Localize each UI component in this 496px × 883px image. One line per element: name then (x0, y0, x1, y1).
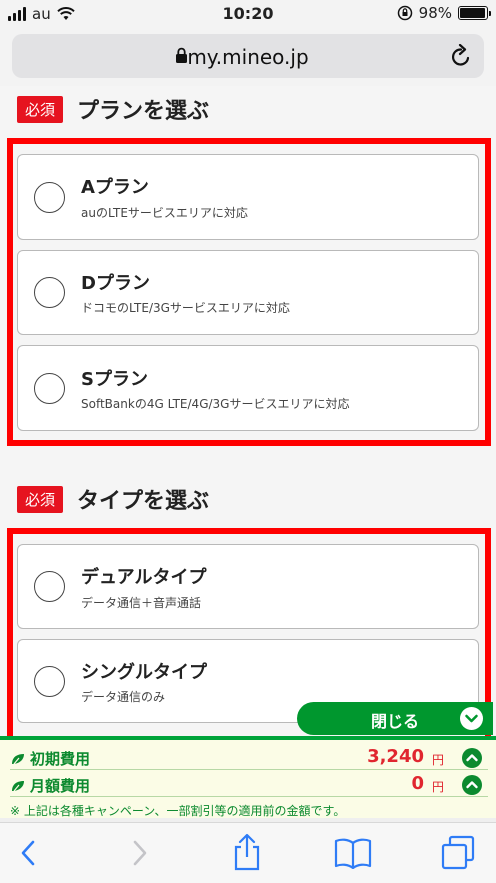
reload-icon[interactable] (450, 44, 472, 68)
monthly-cost-value: 0 (411, 773, 424, 794)
plan-section-title: プランを選ぶ (77, 99, 210, 124)
share-icon[interactable] (230, 833, 264, 871)
plan-option-a[interactable]: Aプラン auのLTEサービスエリアに対応 (17, 154, 479, 240)
orientation-lock-icon (397, 5, 412, 21)
plan-a-title: Aプラン (81, 177, 149, 198)
price-note: ※ 上記は各種キャンペーン、一部割引等の適用前の金額です。 (10, 804, 346, 818)
plan-s-title: Sプラン (81, 369, 148, 390)
dual-type-radio[interactable] (34, 571, 65, 602)
single-type-radio[interactable] (34, 666, 65, 697)
plan-option-s[interactable]: Sプラン SoftBankの4G LTE/4G/3Gサービスエリアに対応 (17, 345, 479, 431)
monthly-cost-unit: 円 (431, 780, 444, 794)
tabs-icon[interactable] (440, 835, 476, 871)
dual-type-desc: データ通信＋音声通話 (81, 596, 202, 610)
battery-icon (458, 6, 491, 20)
battery-percent: 98% (418, 4, 452, 22)
plan-d-desc: ドコモのLTE/3Gサービスエリアに対応 (81, 301, 290, 315)
plan-section-header: 必須 プランを選ぶ (17, 93, 209, 125)
plan-s-radio[interactable] (34, 373, 65, 404)
back-icon[interactable] (18, 837, 40, 869)
plan-d-title: Dプラン (81, 273, 150, 294)
forward-icon[interactable] (128, 837, 150, 869)
type-section-header: 必須 タイプを選ぶ (17, 483, 209, 515)
close-panel-button[interactable]: 閉じる (297, 702, 493, 735)
browser-chrome: my.mineo.jp (0, 28, 496, 86)
initial-cost-unit: 円 (431, 753, 444, 767)
expand-initial-cost-button[interactable] (462, 748, 482, 768)
address-bar[interactable]: my.mineo.jp (12, 34, 484, 78)
cost-summary: 初期費用 3,240 円 月額費用 0 円 ※ 上記は各種キャンペーン、一部割引… (0, 736, 496, 818)
page-content: 必須 プランを選ぶ Aプラン auのLTEサービスエリアに対応 Dプラン ドコモ… (0, 86, 496, 736)
type-option-dual[interactable]: デュアルタイプ データ通信＋音声通話 (17, 544, 479, 629)
close-panel-label: 閉じる (371, 712, 420, 731)
chevron-up-icon (466, 754, 478, 762)
dual-type-title: デュアルタイプ (81, 567, 207, 588)
single-type-desc: データ通信のみ (81, 690, 166, 704)
url-text: my.mineo.jp (187, 45, 309, 69)
chevron-up-icon (466, 781, 478, 789)
single-type-title: シングルタイプ (81, 662, 207, 683)
expand-monthly-cost-button[interactable] (462, 775, 482, 795)
browser-toolbar (0, 822, 496, 883)
leaf-icon (12, 780, 24, 791)
chevron-down-icon (460, 707, 483, 730)
plan-option-d[interactable]: Dプラン ドコモのLTE/3Gサービスエリアに対応 (17, 250, 479, 335)
initial-cost-value: 3,240 (367, 746, 424, 767)
bookmarks-icon[interactable] (334, 837, 372, 869)
plan-a-radio[interactable] (34, 182, 65, 213)
required-badge: 必須 (17, 485, 64, 513)
monthly-cost-label: 月額費用 (30, 777, 91, 795)
leaf-icon (12, 753, 24, 764)
required-badge: 必須 (17, 95, 64, 123)
type-section-title: タイプを選ぶ (77, 489, 210, 514)
plan-s-desc: SoftBankの4G LTE/4G/3Gサービスエリアに対応 (81, 397, 350, 411)
monthly-cost-row: 月額費用 0 円 (10, 773, 488, 797)
plan-a-desc: auのLTEサービスエリアに対応 (81, 206, 248, 220)
plan-d-radio[interactable] (34, 277, 65, 308)
initial-cost-row: 初期費用 3,240 円 (10, 746, 488, 770)
initial-cost-label: 初期費用 (30, 750, 91, 768)
status-bar: au 10:20 98% (0, 0, 496, 28)
